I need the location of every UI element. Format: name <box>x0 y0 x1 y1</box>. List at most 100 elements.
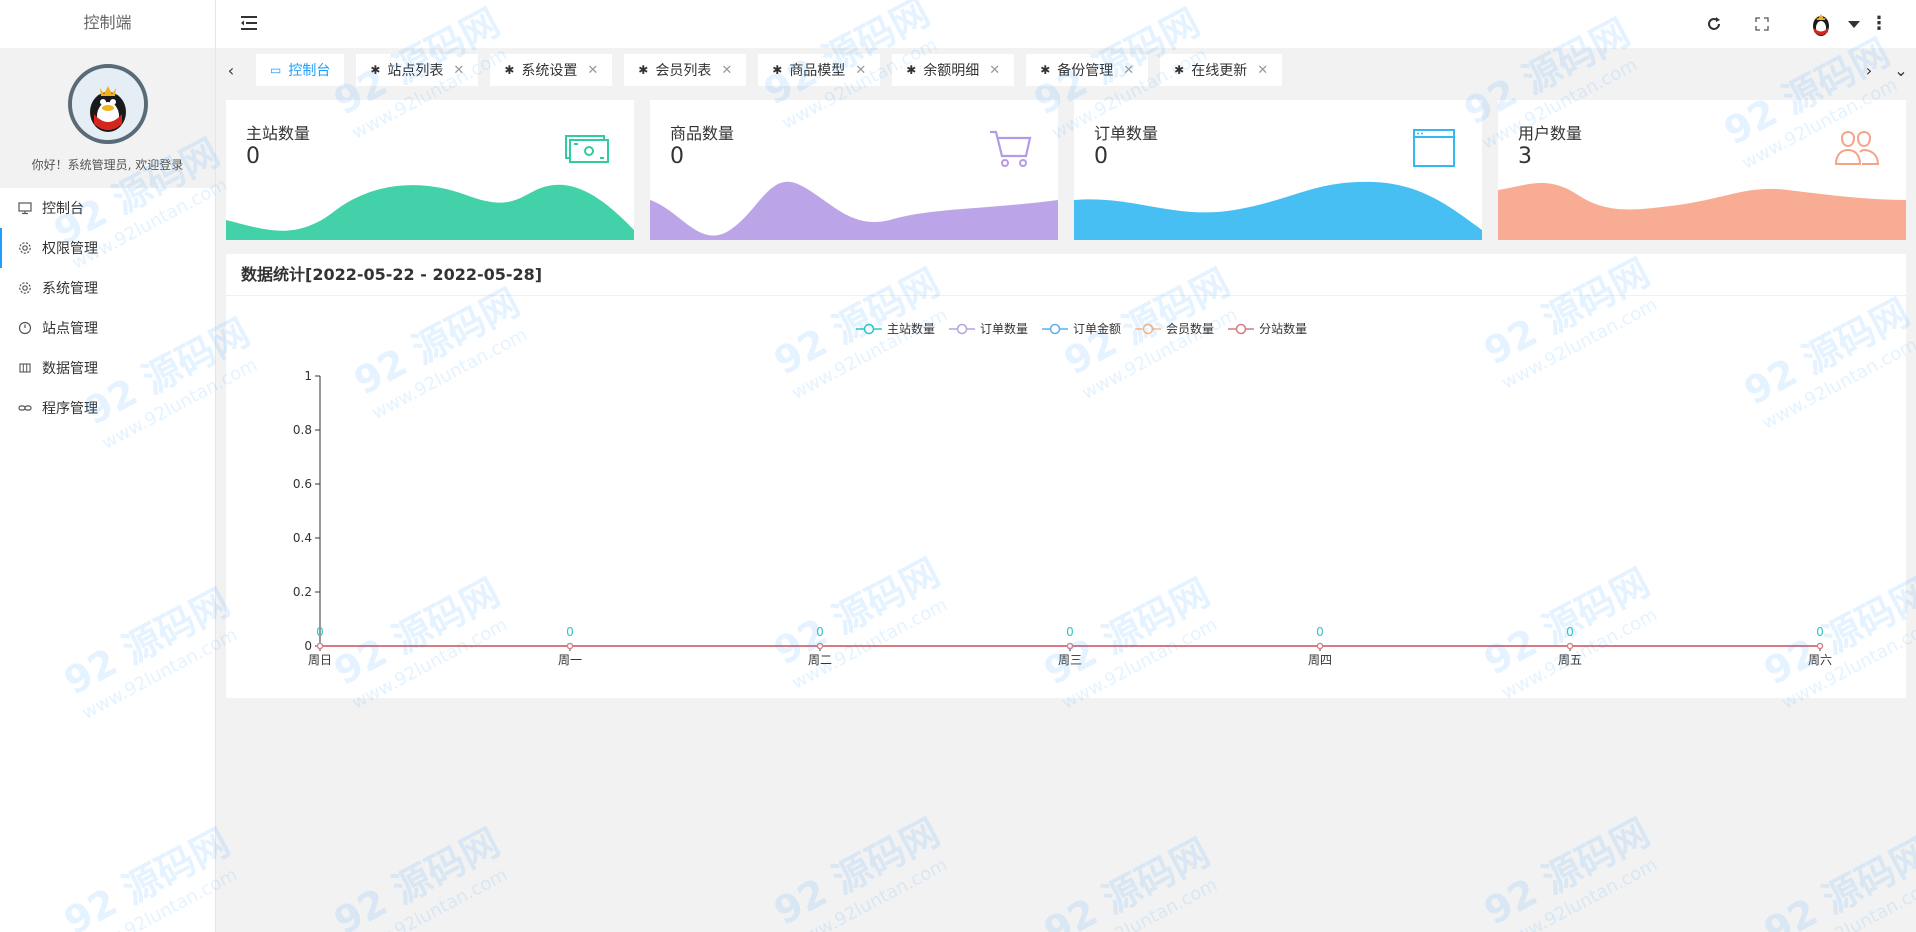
close-icon[interactable]: ✕ <box>989 63 1000 78</box>
tabs-scroll-right-icon[interactable]: › <box>1854 50 1884 90</box>
close-icon[interactable]: ✕ <box>587 63 598 78</box>
y-tick-label: 0 <box>304 639 312 653</box>
tab-item[interactable]: ✱ 系统设置 ✕ <box>490 54 613 86</box>
tab-icon: ✱ <box>1174 63 1185 77</box>
watermark-logo: 92 源码网 <box>326 820 507 932</box>
data-point <box>316 642 324 650</box>
tab-icon: ✱ <box>906 63 917 77</box>
tab-label: 控制台 <box>288 63 331 79</box>
more-dots-icon[interactable]: ⋮ <box>1870 15 1888 33</box>
card-value: 0 <box>1094 144 1108 169</box>
x-tick-label: 周日 <box>308 653 332 667</box>
watermark-url: www.92luntan.com <box>1498 854 1661 932</box>
money-icon <box>565 135 609 163</box>
chevron-down-icon[interactable]: ⌄ <box>1886 50 1916 90</box>
profile-panel: 你好！系统管理员, 欢迎登录 <box>0 48 215 188</box>
tab-icon: ✱ <box>370 63 381 77</box>
window-icon <box>1413 129 1455 167</box>
watermark-logo: 92 源码网 <box>1476 810 1657 932</box>
app-title: 控制端 <box>0 0 215 48</box>
watermark-url: www.92luntan.com <box>1778 874 1916 932</box>
y-tick-label: 0.8 <box>293 423 312 437</box>
data-label: 0 <box>1316 625 1324 639</box>
top-header: ⋮ <box>216 0 1916 48</box>
cart-icon <box>990 130 1032 167</box>
x-tick-label: 周四 <box>1308 653 1332 667</box>
data-label: 0 <box>1066 625 1074 639</box>
tab-item[interactable]: ▭ 控制台 <box>256 54 345 86</box>
user-avatar[interactable] <box>1808 11 1834 37</box>
data-label: 0 <box>816 625 824 639</box>
sidebar-item-label: 控制台 <box>42 201 84 217</box>
card-title: 商品数量 <box>670 124 735 143</box>
tab-icon: ✱ <box>1040 63 1051 77</box>
sidebar-item-dashboard[interactable]: 控制台 <box>0 188 215 228</box>
card-wave <box>1074 181 1482 240</box>
tab-item[interactable]: ✱ 会员列表 ✕ <box>624 54 747 86</box>
x-tick-label: 周二 <box>808 653 832 667</box>
tab-item[interactable]: ✱ 余额明细 ✕ <box>892 54 1015 86</box>
menu-toggle-icon[interactable] <box>240 14 258 32</box>
tab-item[interactable]: ✱ 在线更新 ✕ <box>1160 54 1283 86</box>
data-point <box>1066 642 1074 650</box>
watermark: 92 源码网www.92luntan.com <box>1033 822 1228 932</box>
sidebar-item-system[interactable]: 系统管理 <box>0 268 215 308</box>
tab-label: 站点列表 <box>387 63 444 79</box>
close-icon[interactable]: ✕ <box>721 63 732 78</box>
tabs-scroll-left-icon[interactable]: ‹ <box>216 50 246 90</box>
avatar[interactable] <box>67 64 148 144</box>
sidebar-item-programs[interactable]: 程序管理 <box>0 388 215 428</box>
close-icon[interactable]: ✕ <box>1123 63 1134 78</box>
card-value: 3 <box>1518 144 1532 169</box>
fullscreen-icon[interactable] <box>1752 14 1772 34</box>
link-icon <box>18 401 32 415</box>
tab-label: 在线更新 <box>1191 63 1248 79</box>
data-point <box>1316 642 1324 650</box>
card-wave <box>1498 183 1906 240</box>
card-title: 用户数量 <box>1518 124 1583 143</box>
tab-item[interactable]: ✱ 商品模型 ✕ <box>758 54 881 86</box>
card-title: 订单数量 <box>1094 124 1159 143</box>
gear-icon <box>18 281 32 295</box>
data-point <box>816 642 824 650</box>
tab-icon: ✱ <box>504 63 515 77</box>
sidebar-item-permissions[interactable]: 权限管理 <box>0 228 215 268</box>
card-wave <box>650 181 1058 240</box>
clock-icon <box>18 321 32 335</box>
x-tick-label: 周一 <box>558 653 582 667</box>
sidebar-item-label: 数据管理 <box>42 361 98 377</box>
stat-card-products: 商品数量 0 <box>650 100 1058 240</box>
data-point <box>1566 642 1574 650</box>
close-icon[interactable]: ✕ <box>1257 63 1268 78</box>
y-tick-label: 0.4 <box>293 531 312 545</box>
watermark: 92 源码网www.92luntan.com <box>763 802 958 932</box>
close-icon[interactable]: ✕ <box>855 63 866 78</box>
refresh-icon[interactable] <box>1704 14 1724 34</box>
data-label: 0 <box>1566 625 1574 639</box>
tab-label: 备份管理 <box>1057 63 1114 79</box>
line-chart: 00.20.40.60.81周日 周一 周二 周三 周四 周五 周六0 0 0 0 0 0 0 <box>293 369 1832 667</box>
watermark: 92 源码网www.92luntan.com <box>1753 822 1916 932</box>
watermark-url: www.92luntan.com <box>788 854 951 932</box>
close-icon[interactable]: ✕ <box>453 63 464 78</box>
tab-item[interactable]: ✱ 备份管理 ✕ <box>1026 54 1149 86</box>
y-tick-label: 0.6 <box>293 477 312 491</box>
tab-item[interactable]: ✱ 站点列表 ✕ <box>356 54 479 86</box>
sidebar: 控制端 你好！系统管理员, 欢迎登录 控制台 权限管理 系统管理 站点管理 数据… <box>0 0 216 932</box>
sidebar-item-label: 系统管理 <box>42 281 98 297</box>
stats-panel: 数据统计[2022-05-22 - 2022-05-28] 主站数量 订单数量 订单… <box>226 254 1906 698</box>
watermark-url: www.92luntan.com <box>1058 874 1221 932</box>
data-label: 0 <box>316 625 324 639</box>
x-tick-label: 周五 <box>1558 653 1582 667</box>
tab-label: 系统设置 <box>521 63 578 79</box>
monitor-icon: ▭ <box>270 63 282 77</box>
caret-down-icon[interactable] <box>1848 20 1860 28</box>
sidebar-item-sites[interactable]: 站点管理 <box>0 308 215 348</box>
y-tick-label: 1 <box>304 369 312 383</box>
tabs-list: ▭ 控制台 ✱ 站点列表 ✕ ✱ 系统设置 ✕ ✱ 会员列表 ✕ ✱ 商品模型 ✕ ✱ 余额明细 ✕ ✱ 备份管理 ✕… <box>256 54 1294 86</box>
data-point <box>1816 642 1824 650</box>
data-point <box>566 642 574 650</box>
stat-card-users: 用户数量 3 <box>1498 100 1906 240</box>
watermark-logo: 92 源码网 <box>1756 830 1916 932</box>
sidebar-item-data[interactable]: 数据管理 <box>0 348 215 388</box>
